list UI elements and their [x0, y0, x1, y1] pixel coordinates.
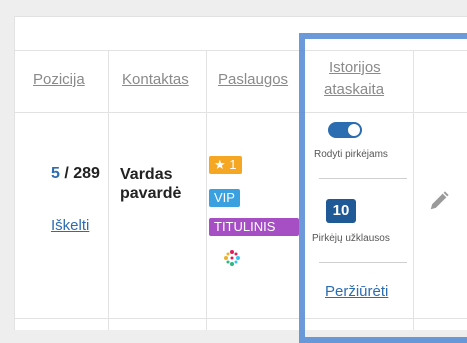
- inquiry-count-badge: 10: [326, 199, 356, 223]
- header-history-line2[interactable]: ataskaita: [324, 80, 384, 100]
- pencil-icon[interactable]: [428, 190, 450, 212]
- vip-badge: VIP: [209, 189, 240, 207]
- table-top-divider: [15, 50, 467, 51]
- position-total: / 289: [59, 165, 100, 182]
- toggle-knob: [348, 124, 360, 136]
- column-divider: [108, 50, 109, 330]
- lift-link[interactable]: Iškelti: [51, 217, 89, 234]
- header-services[interactable]: Paslaugos: [218, 70, 300, 90]
- history-separator: [319, 262, 407, 263]
- inquiry-label: Pirkėjų užklausos: [312, 233, 390, 244]
- column-divider: [413, 50, 414, 330]
- view-history-link[interactable]: Peržiūrėti: [325, 283, 388, 300]
- column-divider: [206, 50, 207, 330]
- header-bottom-divider: [15, 112, 467, 113]
- show-to-buyers-label: Rodyti pirkėjams: [314, 149, 388, 160]
- titled-badge: TITULINIS: [209, 218, 299, 236]
- show-to-buyers-toggle[interactable]: [328, 122, 362, 138]
- contact-name-line1: Vardas: [120, 166, 173, 183]
- history-separator: [319, 178, 407, 179]
- contact-name-line2: pavardė: [120, 185, 182, 202]
- star-count: 1: [229, 157, 237, 172]
- row-bottom-divider: [15, 318, 467, 319]
- header-contact[interactable]: Kontaktas: [122, 70, 189, 90]
- star-badge: ★ 1: [209, 156, 242, 174]
- star-icon: ★: [214, 157, 226, 172]
- header-position[interactable]: Pozicija: [33, 70, 85, 90]
- slack-like-icon: [224, 250, 240, 266]
- header-history-line1[interactable]: Istorijos: [329, 58, 381, 78]
- position-current: 5: [51, 165, 60, 182]
- position-value: 5 / 289: [51, 164, 100, 184]
